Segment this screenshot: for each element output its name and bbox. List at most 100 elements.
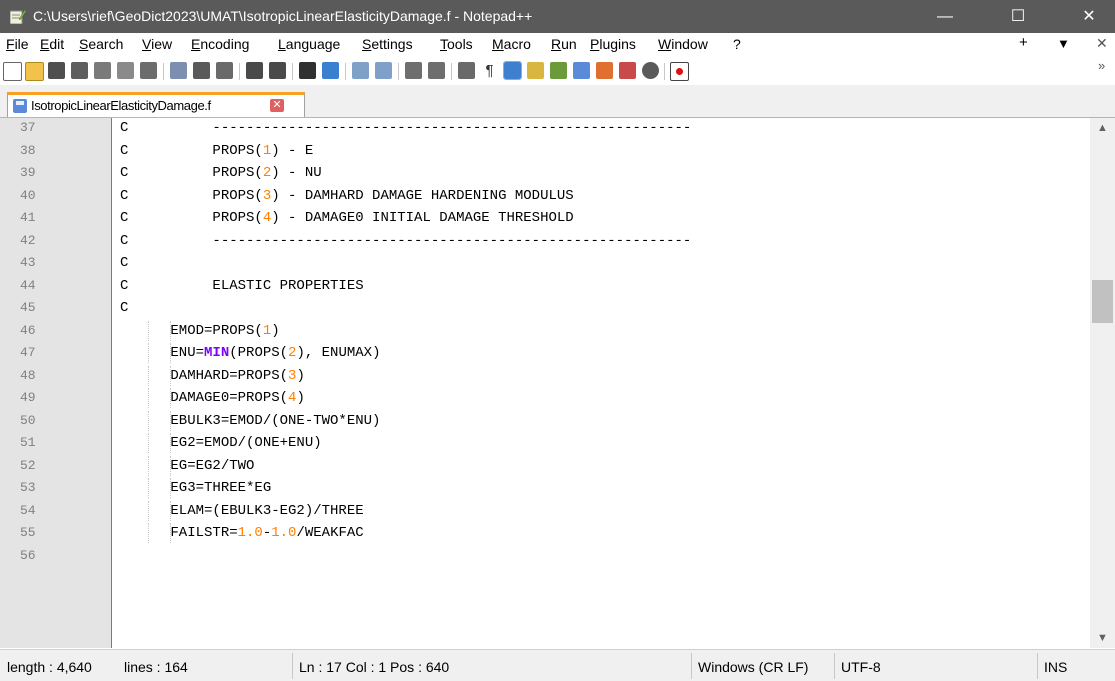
code-text: DAMHARD=PROPS(3) — [120, 367, 305, 384]
code-line: 40 C PROPS(3) - DAMHARD DAMAGE HARDENING … — [0, 186, 1115, 206]
line-number: 48 — [20, 367, 36, 383]
code-text: EG3=THREE*EG — [120, 480, 272, 496]
menu-help[interactable]: ? — [733, 36, 741, 52]
code-editor[interactable]: 37 C ------------------------------------… — [0, 118, 1115, 648]
function-list-icon[interactable] — [573, 62, 590, 79]
folder-workspace-icon[interactable] — [596, 62, 613, 79]
undo-icon[interactable] — [246, 62, 263, 79]
toolbar-overflow-icon[interactable]: » — [1098, 58, 1105, 73]
minimize-button[interactable]: — — [922, 0, 968, 33]
menu-view[interactable]: View — [142, 36, 172, 52]
sync-vertical-icon[interactable] — [405, 62, 422, 79]
status-divider — [1037, 653, 1038, 679]
close-document-icon[interactable]: ✕ — [1096, 35, 1108, 52]
menu-file[interactable]: File — [6, 36, 29, 52]
maximize-button[interactable]: ☐ — [995, 0, 1041, 33]
menu-edit[interactable]: Edit — [40, 36, 64, 52]
code-text: C --------------------------------------… — [120, 232, 692, 249]
window-title: C:\Users\rief\GeoDict2023\UMAT\Isotropic… — [33, 8, 533, 24]
code-line: 56 — [0, 546, 1115, 566]
code-line: 44 C ELASTIC PROPERTIES — [0, 276, 1115, 296]
record-macro-icon[interactable] — [670, 62, 689, 81]
toolbar-separator — [345, 63, 346, 80]
number-token: 1 — [262, 142, 272, 159]
zoom-out-icon[interactable] — [375, 62, 392, 79]
sync-horizontal-icon[interactable] — [428, 62, 445, 79]
line-number: 45 — [20, 300, 36, 315]
menu-encoding[interactable]: Encoding — [191, 36, 249, 52]
code-line: 41 C PROPS(4) - DAMAGE0 INITIAL DAMAGE TH… — [0, 208, 1115, 228]
save-icon[interactable] — [48, 62, 65, 79]
menu-tools[interactable]: Tools — [440, 36, 473, 52]
close-icon[interactable] — [94, 62, 111, 79]
replace-icon[interactable] — [322, 62, 339, 79]
user-language-icon[interactable] — [527, 62, 544, 79]
monitoring-icon[interactable] — [619, 62, 636, 79]
cut-icon[interactable] — [170, 62, 187, 79]
close-window-button[interactable]: ✕ — [1066, 0, 1112, 33]
line-number: 44 — [20, 277, 36, 293]
code-line: 52 EG=EG2/TWO — [0, 455, 1115, 476]
tab-list-dropdown-icon[interactable]: ▼ — [1057, 36, 1070, 51]
vertical-scrollbar[interactable]: ▲ ▼ — [1090, 118, 1115, 648]
new-file-icon[interactable] — [3, 62, 22, 81]
find-icon[interactable] — [299, 62, 316, 79]
code-text: C ELASTIC PROPERTIES — [120, 277, 364, 294]
line-number: 56 — [20, 547, 36, 563]
code-text: C --------------------------------------… — [120, 120, 692, 136]
show-all-chars-icon[interactable]: ¶ — [481, 62, 498, 79]
tab-label: IsotropicLinearElasticityDamage.f — [31, 98, 211, 113]
tab-close-icon[interactable]: ✕ — [270, 99, 284, 112]
open-file-icon[interactable] — [25, 62, 44, 81]
line-number: 54 — [20, 502, 36, 518]
line-number: 38 — [20, 142, 36, 158]
menu-run[interactable]: Run — [551, 36, 577, 52]
tab-strip: IsotropicLinearElasticityDamage.f ✕ — [0, 85, 1115, 118]
print-icon[interactable] — [140, 62, 157, 79]
scroll-thumb[interactable] — [1092, 280, 1113, 323]
saved-file-icon — [13, 99, 27, 113]
code-text: EMOD=PROPS(1) — [120, 322, 280, 339]
line-number: 41 — [20, 210, 36, 225]
word-wrap-icon[interactable] — [458, 62, 475, 79]
line-number: 52 — [20, 457, 36, 473]
number-token: 4 — [262, 210, 272, 226]
indent-guide-icon[interactable] — [503, 61, 522, 80]
save-all-icon[interactable] — [71, 62, 88, 79]
code-line: 55 FAILSTR=1.0-1.0/WEAKFAC — [0, 523, 1115, 543]
copy-icon[interactable] — [193, 62, 210, 79]
code-line: 50 EBULK3=EMOD/(ONE-TWO*ENU) — [0, 410, 1115, 431]
code-line: 51 EG2=EMOD/(ONE+ENU) — [0, 433, 1115, 453]
toolbar-separator — [239, 63, 240, 80]
scroll-down-icon[interactable]: ▼ — [1090, 628, 1115, 648]
line-number: 53 — [20, 480, 36, 495]
status-divider — [834, 653, 835, 679]
toolbar-separator — [664, 63, 665, 80]
zoom-in-icon[interactable] — [352, 62, 369, 79]
doc-map-icon[interactable] — [550, 62, 567, 79]
menu-settings[interactable]: Settings — [362, 36, 413, 52]
number-token: 1 — [262, 322, 272, 339]
title-bar: C:\Users\rief\GeoDict2023\UMAT\Isotropic… — [0, 0, 1115, 33]
status-eol: Windows (CR LF) — [698, 659, 809, 675]
scroll-up-icon[interactable]: ▲ — [1090, 118, 1115, 138]
document-tab[interactable]: IsotropicLinearElasticityDamage.f ✕ — [7, 92, 305, 117]
menu-search[interactable]: Search — [79, 36, 123, 52]
code-line: 48 DAMHARD=PROPS(3) — [0, 365, 1115, 386]
menu-plugins[interactable]: Plugins — [590, 36, 636, 52]
code-line: 46 EMOD=PROPS(1) — [0, 320, 1115, 341]
line-number: 51 — [20, 435, 36, 450]
line-number: 55 — [20, 525, 36, 540]
menu-window[interactable]: Window — [658, 36, 708, 52]
line-number: 43 — [20, 255, 36, 270]
line-number: 39 — [20, 165, 36, 180]
menu-macro[interactable]: Macro — [492, 36, 531, 52]
new-tab-plus-icon[interactable]: + — [1019, 34, 1028, 51]
paste-icon[interactable] — [216, 62, 233, 79]
redo-icon[interactable] — [269, 62, 286, 79]
eye-icon[interactable] — [642, 62, 659, 79]
menu-language[interactable]: Language — [278, 36, 340, 52]
close-all-icon[interactable] — [117, 62, 134, 79]
code-text: C — [120, 255, 129, 271]
line-number: 46 — [20, 322, 36, 338]
